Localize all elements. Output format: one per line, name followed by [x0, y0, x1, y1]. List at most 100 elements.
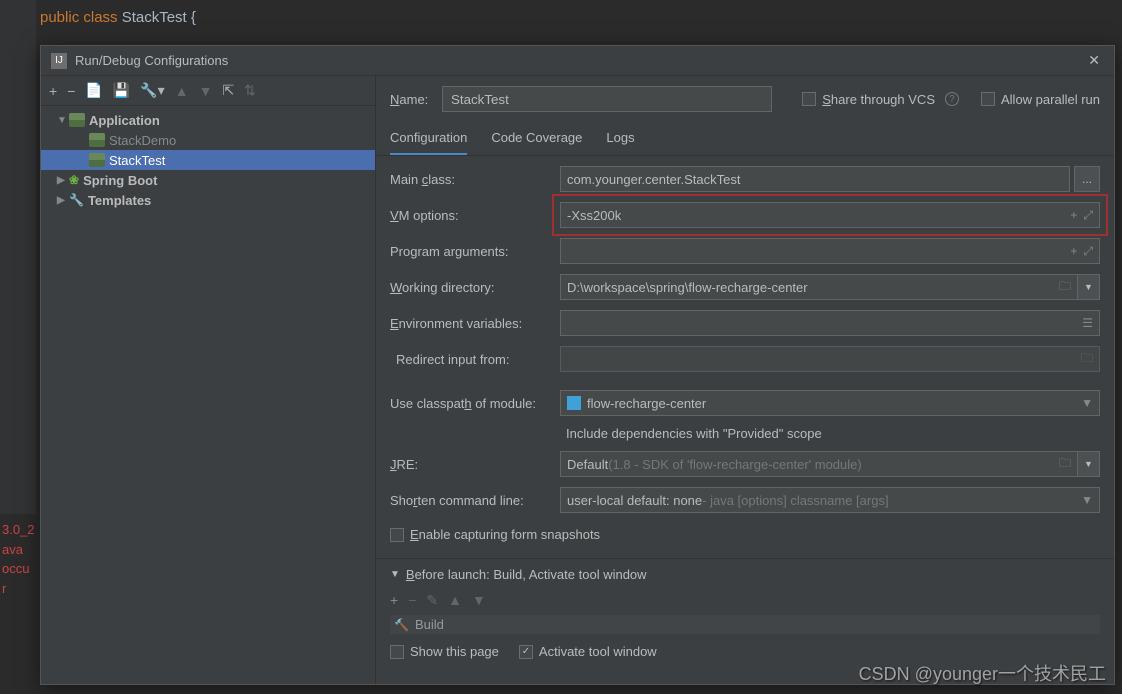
- shorten-select[interactable]: user-local default: none - java [options…: [560, 487, 1100, 513]
- tree-item-stacktest[interactable]: StackTest: [41, 150, 375, 170]
- classpath-select[interactable]: flow-recharge-center ▼: [560, 390, 1100, 416]
- up-icon[interactable]: ▲: [448, 592, 462, 609]
- copy-icon[interactable]: 📄: [85, 82, 102, 99]
- name-row: Name: Share through VCS ? Allow parallel…: [376, 76, 1114, 122]
- vm-options-input[interactable]: -Xss200k +⤢: [560, 202, 1100, 228]
- tab-code-coverage[interactable]: Code Coverage: [491, 122, 582, 155]
- dialog-titlebar[interactable]: IJ Run/Debug Configurations ✕: [41, 46, 1114, 76]
- activate-tool-checkbox[interactable]: ✓ Activate tool window: [519, 644, 657, 659]
- jre-select[interactable]: Default (1.8 - SDK of 'flow-recharge-cen…: [560, 451, 1078, 477]
- name-label: Name:: [390, 92, 432, 107]
- tree-node-templates[interactable]: ▶ 🔧 Templates: [41, 190, 375, 210]
- editor-icon[interactable]: +: [1070, 208, 1077, 223]
- jre-label: JRE:: [390, 457, 560, 472]
- save-icon[interactable]: 💾: [113, 82, 130, 99]
- jre-dropdown[interactable]: ▼: [1078, 451, 1100, 477]
- row-program-args: Program arguments: +⤢: [390, 238, 1100, 264]
- tab-configuration[interactable]: Configuration: [390, 122, 467, 155]
- show-page-checkbox[interactable]: Show this page: [390, 644, 499, 659]
- program-args-input[interactable]: +⤢: [560, 238, 1100, 264]
- hammer-icon: 🔨: [394, 618, 409, 632]
- enable-capture-checkbox[interactable]: Enable capturing form snapshots: [390, 527, 1100, 542]
- help-icon[interactable]: ?: [945, 92, 959, 106]
- edit-icon[interactable]: ✎: [426, 592, 438, 609]
- tab-logs[interactable]: Logs: [606, 122, 634, 155]
- tree-node-application[interactable]: ▼ Application: [41, 110, 375, 130]
- env-vars-input[interactable]: ☰: [560, 310, 1100, 336]
- checkbox-label: Allow parallel run: [1001, 92, 1100, 107]
- expand-icon[interactable]: ⤢: [1083, 208, 1093, 223]
- env-vars-label: Environment variables:: [390, 316, 560, 331]
- run-config-dialog: IJ Run/Debug Configurations ✕ + − 📄 💾 🔧▾…: [40, 45, 1115, 685]
- workdir-dropdown[interactable]: ▼: [1078, 274, 1100, 300]
- folder-icon[interactable]: ⇱: [222, 82, 234, 99]
- application-icon: [69, 113, 85, 127]
- chevron-down-icon: ▼: [1081, 396, 1093, 410]
- tree-node-springboot[interactable]: ▶ ❀ Spring Boot: [41, 170, 375, 190]
- checkbox-label: Include dependencies with "Provided" sco…: [566, 426, 822, 441]
- spring-icon: ❀: [69, 173, 79, 187]
- redirect-input-field: 🗀: [560, 346, 1100, 372]
- wrench-icon: 🔧: [69, 193, 84, 207]
- row-main-class: Main class: com.younger.center.StackTest…: [390, 166, 1100, 192]
- redirect-input-checkbox[interactable]: Redirect input from:: [390, 352, 560, 367]
- classpath-label: Use classpath of module:: [390, 396, 560, 411]
- main-class-input[interactable]: com.younger.center.StackTest: [560, 166, 1070, 192]
- name-input[interactable]: [442, 86, 772, 112]
- remove-icon[interactable]: −: [408, 592, 416, 609]
- keyword: public class: [40, 9, 122, 26]
- close-icon[interactable]: ✕: [1084, 52, 1104, 69]
- parallel-run-checkbox[interactable]: Allow parallel run: [981, 92, 1100, 107]
- config-form: Main class: com.younger.center.StackTest…: [376, 156, 1114, 552]
- expand-icon[interactable]: ⤢: [1083, 244, 1093, 259]
- browse-class-button[interactable]: ...: [1074, 166, 1100, 192]
- sort-icon[interactable]: ⇅: [244, 82, 256, 99]
- vm-options-label: VM options:: [390, 208, 560, 223]
- intellij-icon: IJ: [51, 53, 67, 69]
- working-dir-input[interactable]: D:\workspace\spring\flow-recharge-center…: [560, 274, 1078, 300]
- up-icon[interactable]: ▲: [175, 83, 189, 99]
- list-icon[interactable]: ☰: [1082, 316, 1093, 330]
- tree-item-stackdemo[interactable]: StackDemo: [41, 130, 375, 150]
- row-jre: JRE: Default (1.8 - SDK of 'flow-recharg…: [390, 451, 1100, 477]
- down-icon[interactable]: ▼: [472, 592, 486, 609]
- row-classpath: Use classpath of module: flow-recharge-c…: [390, 390, 1100, 416]
- chevron-down-icon: ▼: [57, 115, 69, 126]
- remove-icon[interactable]: −: [67, 83, 75, 99]
- editor-icon[interactable]: +: [1070, 244, 1077, 259]
- wrench-icon[interactable]: 🔧▾: [140, 82, 164, 99]
- include-provided-checkbox[interactable]: Include dependencies with "Provided" sco…: [390, 426, 1100, 441]
- checkbox-label: Show this page: [410, 644, 499, 659]
- checkbox-icon: [390, 528, 404, 542]
- folder-icon[interactable]: 🗀: [1059, 277, 1071, 298]
- module-icon: [567, 396, 581, 410]
- add-icon[interactable]: +: [49, 83, 57, 99]
- down-icon[interactable]: ▼: [199, 83, 213, 99]
- checkbox-icon: ✓: [519, 645, 533, 659]
- build-label: Build: [415, 617, 444, 632]
- add-icon[interactable]: +: [390, 592, 398, 609]
- tree-label: Spring Boot: [83, 173, 157, 188]
- chevron-down-icon: ▼: [390, 569, 400, 580]
- config-sidebar: + − 📄 💾 🔧▾ ▲ ▼ ⇱ ⇅ ▼ Application StackDe: [41, 76, 376, 684]
- share-vcs-checkbox[interactable]: Share through VCS ?: [802, 92, 959, 107]
- before-launch-item-build[interactable]: 🔨 Build: [390, 615, 1100, 634]
- checkbox-icon: [981, 92, 995, 106]
- row-vm-options: VM options: -Xss200k +⤢: [390, 202, 1100, 228]
- folder-icon[interactable]: 🗀: [1059, 454, 1071, 475]
- main-class-label: Main class:: [390, 172, 560, 187]
- shorten-label: Shorten command line:: [390, 493, 560, 508]
- row-env-vars: Environment variables: ☰: [390, 310, 1100, 336]
- tree-label: StackTest: [109, 153, 165, 168]
- before-launch-toolbar: + − ✎ ▲ ▼: [376, 590, 1114, 611]
- config-tabs: Configuration Code Coverage Logs: [376, 122, 1114, 156]
- before-launch-header[interactable]: ▼ Before launch: Build, Activate tool wi…: [376, 558, 1114, 590]
- config-main: Name: Share through VCS ? Allow parallel…: [376, 76, 1114, 684]
- config-tree: ▼ Application StackDemo StackTest ▶ ❀ Sp…: [41, 106, 375, 684]
- program-args-label: Program arguments:: [390, 244, 560, 259]
- dialog-title: Run/Debug Configurations: [75, 53, 1084, 68]
- side-console: 3.0_2 ava occu r: [0, 514, 40, 694]
- tree-label: Templates: [88, 193, 151, 208]
- row-redirect-input: Redirect input from: 🗀: [390, 346, 1100, 372]
- chevron-right-icon: ▶: [57, 195, 69, 206]
